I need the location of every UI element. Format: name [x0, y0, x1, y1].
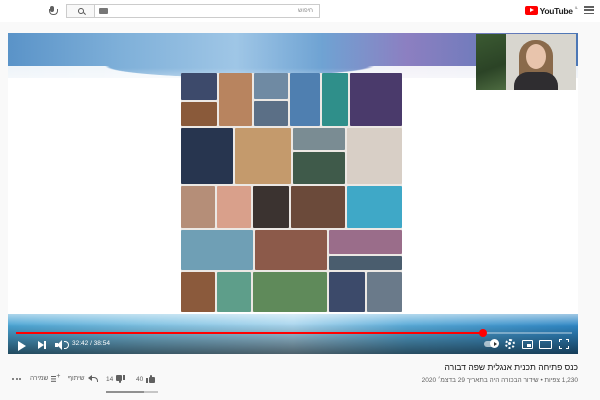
collage-photo	[290, 73, 320, 126]
photo-collage	[181, 73, 402, 312]
settings-gear-icon[interactable]	[505, 339, 515, 349]
play-button[interactable]	[18, 341, 26, 351]
sentiment-like-portion	[106, 391, 145, 393]
microphone-icon[interactable]	[48, 6, 58, 15]
like-count: 40	[136, 375, 144, 383]
collage-photo	[291, 186, 345, 228]
video-player[interactable]: 32:42 / 38:54	[8, 33, 578, 354]
collage-photo	[329, 256, 402, 270]
like-button[interactable]: 40	[136, 375, 156, 383]
collage-photo	[181, 73, 217, 100]
thumbs-down-icon	[116, 375, 125, 383]
save-button[interactable]: שמירה	[30, 373, 60, 382]
playlist-add-icon	[51, 373, 60, 382]
youtube-logo[interactable]: YouTube IL	[524, 5, 578, 16]
collage-photo	[255, 230, 327, 270]
search-button[interactable]	[66, 4, 95, 18]
progress-played	[16, 332, 484, 334]
youtube-play-icon	[524, 6, 538, 15]
search-input[interactable]: חיפוש	[94, 4, 320, 18]
youtube-watch-page: חיפוש YouTube IL 32:42 / 38:54 כנס פתיחה…	[0, 0, 600, 400]
collage-photo	[217, 186, 251, 228]
collage-photo	[293, 152, 345, 184]
collage-photo	[347, 128, 402, 184]
theater-mode-icon[interactable]	[539, 340, 552, 349]
collage-photo	[253, 186, 289, 228]
collage-photo	[181, 272, 215, 312]
presenter-webcam	[476, 34, 576, 90]
dislike-button[interactable]: 14	[106, 375, 125, 383]
share-label: שיתוף	[68, 375, 85, 382]
collage-photo	[350, 73, 402, 126]
logo-text: YouTube	[539, 5, 573, 16]
save-label: שמירה	[30, 375, 49, 382]
thumbs-up-icon	[146, 375, 156, 383]
fullscreen-icon[interactable]	[559, 339, 569, 349]
more-actions-icon[interactable]	[12, 378, 22, 382]
collage-photo	[367, 272, 402, 312]
collage-photo	[181, 230, 253, 270]
collage-photo	[254, 101, 288, 126]
progress-bar[interactable]	[16, 329, 572, 337]
progress-scrubber[interactable]	[479, 329, 488, 337]
sentiment-bar	[106, 391, 158, 393]
collage-photo	[322, 73, 348, 126]
collage-photo	[235, 128, 291, 184]
logo-region: IL	[574, 5, 578, 10]
collage-photo	[181, 102, 217, 126]
collage-photo	[347, 186, 402, 228]
top-bar: חיפוש YouTube IL	[0, 0, 600, 22]
collage-photo	[181, 128, 233, 184]
time-display: 32:42 / 38:54	[72, 340, 110, 347]
miniplayer-icon[interactable]	[522, 340, 533, 349]
keyboard-icon[interactable]	[99, 8, 108, 14]
hamburger-menu-icon[interactable]	[584, 6, 594, 15]
next-button[interactable]	[38, 339, 48, 351]
collage-photo	[329, 230, 402, 254]
collage-photo	[329, 272, 365, 312]
collage-photo	[254, 73, 288, 99]
dislike-count: 14	[106, 375, 114, 383]
video-title: כנס פתיחה תכנית אנגלית שפה דבורה	[444, 362, 578, 372]
share-icon	[87, 375, 98, 382]
collage-photo	[253, 272, 327, 312]
collage-photo	[293, 128, 345, 150]
collage-photo	[219, 73, 252, 126]
search-icon	[77, 8, 84, 14]
collage-photo	[181, 186, 215, 228]
autoplay-toggle[interactable]	[484, 339, 499, 348]
autoplay-play-icon	[490, 339, 499, 348]
search-placeholder: חיפוש	[298, 8, 313, 14]
video-meta: 1,230 צפיות • שידור הבכורה היה בתאריך 29…	[421, 377, 578, 384]
collage-photo	[217, 272, 251, 312]
share-button[interactable]: שיתוף	[68, 375, 98, 382]
